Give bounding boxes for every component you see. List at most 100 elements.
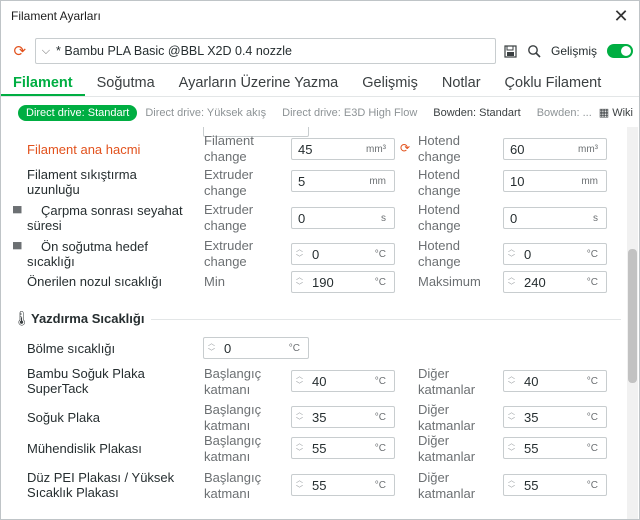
filament-settings-window: Filament Ayarları ✕ ⟳ ⌵ * Bambu PLA Basi… (0, 0, 640, 520)
plate-initial-layer-input[interactable]: ︿ ﹀ 35 °C (291, 406, 395, 428)
plate-initial-layer-input[interactable]: ︿ ﹀ 55 °C (291, 437, 395, 459)
reset-icon[interactable]: ⟳ (400, 141, 410, 155)
tab-filament[interactable]: Filament (1, 75, 85, 96)
value: 0 (298, 210, 306, 226)
spin-arrows-icon[interactable]: ︿ ﹀ (296, 439, 303, 457)
plate-other-layers-input[interactable]: ︿ ﹀ 55 °C (503, 474, 607, 496)
unit: °C (374, 442, 386, 454)
advanced-mode-toggle[interactable] (607, 44, 633, 58)
left-sublabel: Extruder change (204, 167, 254, 198)
row-plate-engineering: Mühendislik Plakası Başlangıç katmanı ︿ ﹀… (1, 432, 627, 466)
plate-other-layers-input[interactable]: ︿ ﹀ 35 °C (503, 406, 607, 428)
right-sublabel: Diğer katmanlar (418, 366, 476, 397)
travel-extruder-change-input[interactable]: 0 s (291, 207, 395, 229)
plate-initial-layer-input[interactable]: ︿ ﹀ 55 °C (291, 474, 395, 496)
spin-arrows-icon[interactable]: ︿ ﹀ (508, 245, 515, 263)
left-sublabel: Min (204, 274, 225, 289)
content-scrollbar[interactable] (627, 127, 638, 519)
unit: mm³ (578, 143, 598, 155)
left-sublabel: Başlangıç katmanı (204, 470, 262, 501)
settings-content: Filament ana hacmi Filament change 45 mm… (1, 127, 627, 519)
spin-arrows-icon[interactable]: ︿ ﹀ (296, 408, 303, 426)
compression-hotend-change-input[interactable]: 10 mm (503, 170, 607, 192)
spin-arrows-icon[interactable]: ︿ ﹀ (508, 372, 515, 390)
value: 5 (298, 173, 306, 189)
tab-cooling[interactable]: Soğutma (85, 75, 167, 96)
travel-hotend-change-input[interactable]: 0 s (503, 207, 607, 229)
spin-arrows-icon[interactable]: ︿ ﹀ (508, 273, 515, 291)
plate-other-layers-input[interactable]: ︿ ﹀ 55 °C (503, 437, 607, 459)
right-sublabel: Hotend change (418, 133, 461, 164)
nozzle-temp-min-input[interactable]: ︿ ﹀ 190 °C (291, 271, 395, 293)
unit: °C (586, 248, 598, 260)
row-plate-cool: Soğuk Plaka Başlangıç katmanı ︿ ﹀ 35 °C D… (1, 401, 627, 435)
save-icon[interactable] (504, 44, 517, 58)
scrollbar-thumb[interactable] (628, 249, 637, 383)
subtab-direct-drive-e3d[interactable]: Direct drive: E3D High Flow (274, 105, 425, 121)
row-chamber-temperature: Bölme sıcaklığı ︿ ﹀ 0 °C (1, 335, 627, 361)
subtab-direct-drive-high-flow[interactable]: Direct drive: Yüksek akış (137, 105, 274, 121)
unit: °C (374, 479, 386, 491)
row-label: Mühendislik Plakası (27, 441, 142, 456)
nozzle-temp-max-input[interactable]: ︿ ﹀ 240 °C (503, 271, 607, 293)
machine-icon: ▀ (13, 206, 22, 220)
unit: °C (586, 375, 598, 387)
spin-arrows-icon[interactable]: ︿ ﹀ (296, 372, 303, 390)
chevron-down-icon: ⌵ (41, 44, 51, 57)
value: 45 (298, 141, 313, 157)
spin-arrows-icon[interactable]: ︿ ﹀ (296, 245, 303, 263)
unit: mm (581, 175, 598, 187)
section-print-temperature: 🌡 Yazdırma Sıcaklığı (1, 309, 627, 331)
unit: °C (374, 248, 386, 260)
spin-arrows-icon[interactable]: ︿ ﹀ (296, 273, 303, 291)
unit: s (381, 212, 386, 224)
preset-selector[interactable]: ⌵ * Bambu PLA Basic @BBL X2D 0.4 nozzle (34, 38, 496, 64)
left-sublabel: Extruder change (204, 202, 254, 233)
plate-other-layers-input[interactable]: ︿ ﹀ 40 °C (503, 370, 607, 392)
subtab-direct-drive-standard[interactable]: Direct drive: Standart (18, 105, 138, 121)
title-bar: Filament Ayarları ✕ (1, 1, 639, 31)
row-nozzle-temperature: Önerilen nozul sıcaklığı Min ︿ ﹀ 190 °C M… (1, 269, 627, 295)
unit: °C (374, 375, 386, 387)
row-label: Filament ana hacmi (27, 142, 141, 157)
volume-hotend-change-input[interactable]: 60 mm³ (503, 138, 607, 160)
plate-initial-layer-input[interactable]: ︿ ﹀ 40 °C (291, 370, 395, 392)
value: 10 (510, 173, 525, 189)
reset-icon[interactable]: ⟳ (9, 40, 31, 62)
row-travel-time: ▀ Çarpma sonrası seyahat süresi Extruder… (1, 202, 627, 237)
close-icon[interactable]: ✕ (611, 6, 631, 26)
window-title: Filament Ayarları (11, 9, 101, 23)
precool-hotend-change-input[interactable]: ︿ ﹀ 0 °C (503, 243, 607, 265)
unit: °C (288, 342, 300, 354)
tab-multi-filament[interactable]: Çoklu Filament (493, 75, 614, 96)
spin-arrows-icon[interactable]: ︿ ﹀ (296, 476, 303, 494)
row-plate-cool-supertack: Bambu Soğuk Plaka SuperTack Başlangıç ka… (1, 365, 627, 399)
right-sublabel: Hotend change (418, 202, 461, 233)
wiki-link[interactable]: ▦ Wiki (599, 106, 633, 119)
spin-arrows-icon[interactable]: ︿ ﹀ (508, 408, 515, 426)
compression-extruder-change-input[interactable]: 5 mm (291, 170, 395, 192)
section-title: Yazdırma Sıcaklığı (31, 311, 145, 326)
tab-advanced[interactable]: Gelişmiş (350, 75, 430, 96)
row-precool-target: ▀ Ön soğutma hedef sıcaklığı Extruder ch… (1, 238, 627, 273)
spin-arrows-icon[interactable]: ︿ ﹀ (508, 439, 515, 457)
preset-bar: ⟳ ⌵ * Bambu PLA Basic @BBL X2D 0.4 nozzl… (9, 35, 633, 67)
row-plate-smooth-pei: Düz PEI Plakası / Yüksek Sıcaklık Plakas… (1, 469, 627, 505)
unit: s (593, 212, 598, 224)
tab-notes[interactable]: Notlar (430, 75, 493, 96)
volume-filament-change-input[interactable]: 45 mm³ (291, 138, 395, 160)
advanced-mode-label: Gelişmiş (550, 44, 597, 58)
chamber-temp-input[interactable]: ︿ ﹀ 0 °C (203, 337, 309, 359)
subtab-bowden-more[interactable]: Bowden: ... (529, 105, 600, 121)
row-label: Ön soğutma hedef sıcaklığı (27, 239, 148, 269)
spin-arrows-icon[interactable]: ︿ ﹀ (208, 339, 215, 357)
unit: mm (369, 175, 386, 187)
search-icon[interactable] (527, 44, 541, 58)
subtab-bowden-standard[interactable]: Bowden: Standart (425, 105, 528, 121)
row-label: Önerilen nozul sıcaklığı (27, 274, 163, 289)
row-label: Bambu Soğuk Plaka SuperTack (27, 366, 145, 396)
right-sublabel: Hotend change (418, 167, 461, 198)
tab-setting-overrides[interactable]: Ayarların Üzerine Yazma (167, 75, 351, 96)
spin-arrows-icon[interactable]: ︿ ﹀ (508, 476, 515, 494)
precool-extruder-change-input[interactable]: ︿ ﹀ 0 °C (291, 243, 395, 265)
